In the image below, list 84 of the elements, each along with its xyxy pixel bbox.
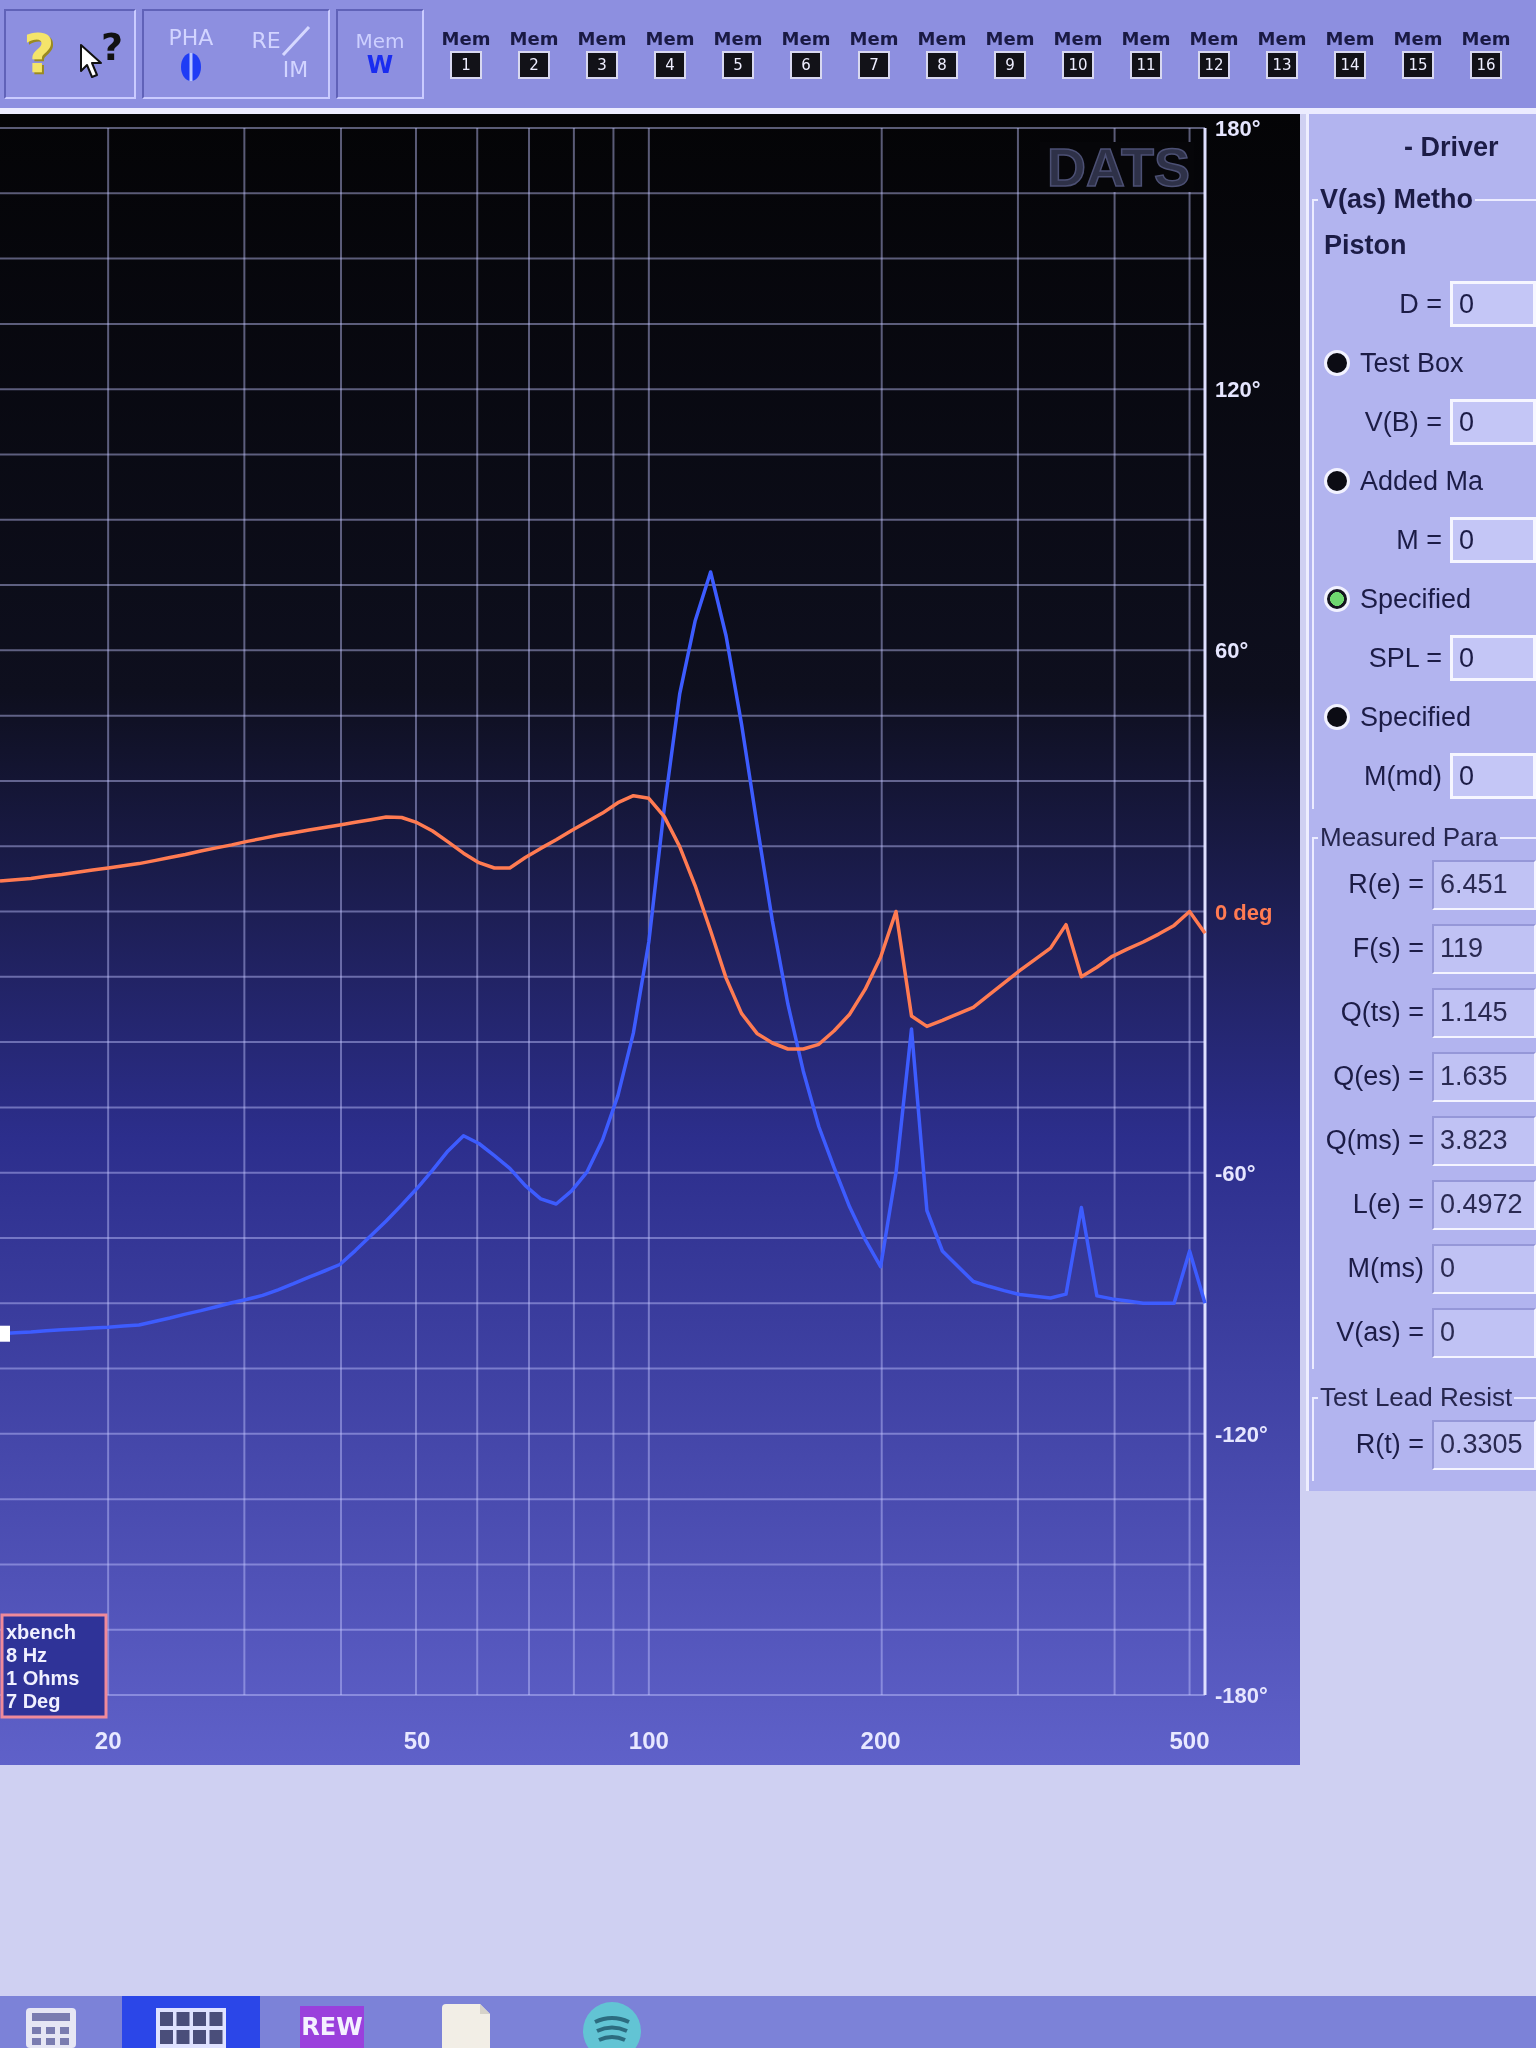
value-field: 1.145 [1432,987,1536,1038]
input-field[interactable]: 0 [1450,517,1536,564]
memory-button[interactable]: Mem 8 [910,14,974,94]
option-label: Specified [1360,583,1472,615]
value-field: 1.635 [1432,1051,1536,1102]
rew-logo: REW [300,2006,364,2048]
memory-button[interactable]: Mem 14 [1318,14,1382,94]
option-label: Test Box [1360,347,1464,379]
memory-button[interactable]: Mem 9 [978,14,1042,94]
memory-button[interactable]: Mem 15 [1386,14,1450,94]
option-label: Added Ma [1360,465,1484,497]
slash-icon [280,25,311,56]
field-label: R(e) = [1347,869,1425,901]
field-label: Q(ms) = [1324,1125,1425,1157]
cursor-marker [0,1325,10,1342]
memory-button[interactable]: Mem 10 [1046,14,1110,94]
axis-tick-label: -60° [1215,1160,1256,1186]
field-label: F(s) = [1351,933,1425,965]
field-label: M = [1395,524,1443,556]
grid-icon [156,2008,226,2048]
field-label: V(as) = [1335,1317,1425,1349]
memory-button[interactable]: Mem 4 [638,14,702,94]
field-label: D = [1398,288,1443,320]
axis-tick-label: 120° [1215,377,1261,403]
memory-button[interactable]: Mem 2 [502,14,566,94]
memory-button[interactable]: Mem 6 [774,14,838,94]
memory-button[interactable]: Mem 11 [1114,14,1178,94]
panel-title: - Driver [1403,132,1500,164]
cursor-readout-text: 7 Deg [6,1690,61,1712]
field-label: M(md) [1363,760,1443,792]
field-label: M(ms) [1346,1253,1425,1285]
radio-button[interactable] [1324,350,1350,377]
input-field[interactable]: 0 [1450,753,1536,800]
value-field: 6.451 [1432,859,1536,910]
input-field[interactable]: 0 [1450,281,1536,328]
pointer-icon [78,43,103,79]
memory-button[interactable]: Mem 16 [1454,14,1518,94]
axis-tick-label: 100 [628,1727,669,1754]
radio-button[interactable] [1324,468,1350,495]
context-help-button[interactable]: ? [72,14,130,94]
axis-tick-label: 50 [403,1727,431,1754]
axis-tick-label: 200 [860,1727,901,1754]
field-label: Q(es) = [1332,1061,1425,1093]
value-field: 0.3305 [1432,1419,1536,1470]
input-field[interactable]: 0 [1450,635,1536,682]
memory-button[interactable]: Mem 3 [570,14,634,94]
memory-button[interactable]: Mem 12 [1182,14,1246,94]
memory-button[interactable]: Mem 7 [842,14,906,94]
value-field: 0 [1432,1307,1536,1358]
axis-tick-label: -180° [1215,1683,1268,1708]
field-label: R(t) = [1354,1429,1425,1461]
group-title: V(as) Metho [1319,184,1474,216]
axis-tick-label: 0 deg [1215,899,1273,925]
cursor-readout-text: 1 Ohms [6,1667,80,1689]
axis-tick-label: 180° [1215,116,1261,141]
axis-tick-label: 20 [94,1727,122,1754]
axis-tick-label: -120° [1215,1421,1268,1447]
radio-button[interactable] [1324,704,1350,731]
taskbar-button[interactable] [122,1996,260,2048]
cursor-readout-text: 8 Hz [6,1644,48,1666]
cursor-readout-text: xbench [6,1621,77,1643]
page-icon [442,2004,490,2048]
value-field: 0 [1432,1243,1536,1294]
value-field: 0.4972 [1432,1179,1536,1230]
memory-button[interactable]: Mem 5 [706,14,770,94]
calculator-icon [26,2008,76,2048]
radio-button[interactable] [1324,586,1350,613]
input-field[interactable]: 0 [1450,399,1536,446]
value-field: 119 [1432,923,1536,974]
axis-tick-label: 500 [1169,1727,1210,1754]
option-label: Specified [1360,701,1472,733]
taskbar-button[interactable]: REW [298,1996,366,2048]
memory-button[interactable]: Mem 13 [1250,14,1314,94]
group-title: Measured Para [1319,823,1499,853]
phase-symbol-icon [180,52,202,83]
group-title: Test Lead Resist [1319,1382,1514,1413]
method-label: Piston [1323,228,1408,262]
memory-button[interactable]: Mem 1 [434,14,498,94]
field-label: SPL = [1367,642,1443,674]
field-label: V(B) = [1363,406,1443,438]
field-label: L(e) = [1351,1189,1425,1221]
value-field: 3.823 [1432,1115,1536,1166]
axis-tick-label: 60° [1215,638,1249,664]
field-label: Q(ts) = [1339,997,1425,1029]
